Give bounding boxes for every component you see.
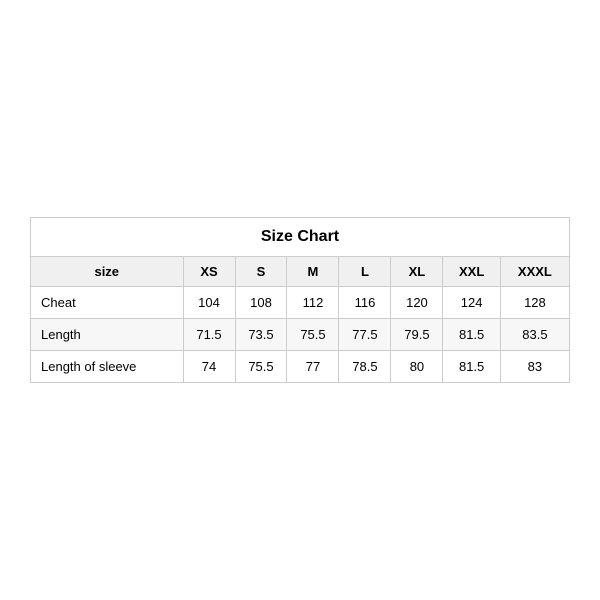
table-row: Length of sleeve7475.57778.58081.583 — [31, 351, 570, 383]
cell: 83 — [500, 351, 569, 383]
header-xxl: XXL — [443, 257, 500, 287]
header-label: size — [31, 257, 184, 287]
row-label: Length — [31, 319, 184, 351]
row-label: Length of sleeve — [31, 351, 184, 383]
header-l: L — [339, 257, 391, 287]
cell: 124 — [443, 287, 500, 319]
cell: 77.5 — [339, 319, 391, 351]
size-chart-table: Size Chart size XS S M L XL XXL XXXL Che… — [30, 217, 570, 383]
header-xxxl: XXXL — [500, 257, 569, 287]
cell: 120 — [391, 287, 443, 319]
cell: 108 — [235, 287, 287, 319]
cell: 79.5 — [391, 319, 443, 351]
cell: 75.5 — [235, 351, 287, 383]
header-row: size XS S M L XL XXL XXXL — [31, 257, 570, 287]
cell: 77 — [287, 351, 339, 383]
cell: 73.5 — [235, 319, 287, 351]
cell: 128 — [500, 287, 569, 319]
header-s: S — [235, 257, 287, 287]
cell: 78.5 — [339, 351, 391, 383]
cell: 71.5 — [183, 319, 235, 351]
cell: 81.5 — [443, 319, 500, 351]
header-xs: XS — [183, 257, 235, 287]
header-m: M — [287, 257, 339, 287]
cell: 80 — [391, 351, 443, 383]
cell: 74 — [183, 351, 235, 383]
header-xl: XL — [391, 257, 443, 287]
cell: 116 — [339, 287, 391, 319]
table-row: Length71.573.575.577.579.581.583.5 — [31, 319, 570, 351]
cell: 112 — [287, 287, 339, 319]
size-chart-container: Size Chart size XS S M L XL XXL XXXL Che… — [30, 217, 570, 383]
cell: 104 — [183, 287, 235, 319]
cell: 83.5 — [500, 319, 569, 351]
row-label: Cheat — [31, 287, 184, 319]
cell: 81.5 — [443, 351, 500, 383]
table-row: Cheat104108112116120124128 — [31, 287, 570, 319]
chart-title: Size Chart — [31, 218, 570, 257]
title-row: Size Chart — [31, 218, 570, 257]
cell: 75.5 — [287, 319, 339, 351]
